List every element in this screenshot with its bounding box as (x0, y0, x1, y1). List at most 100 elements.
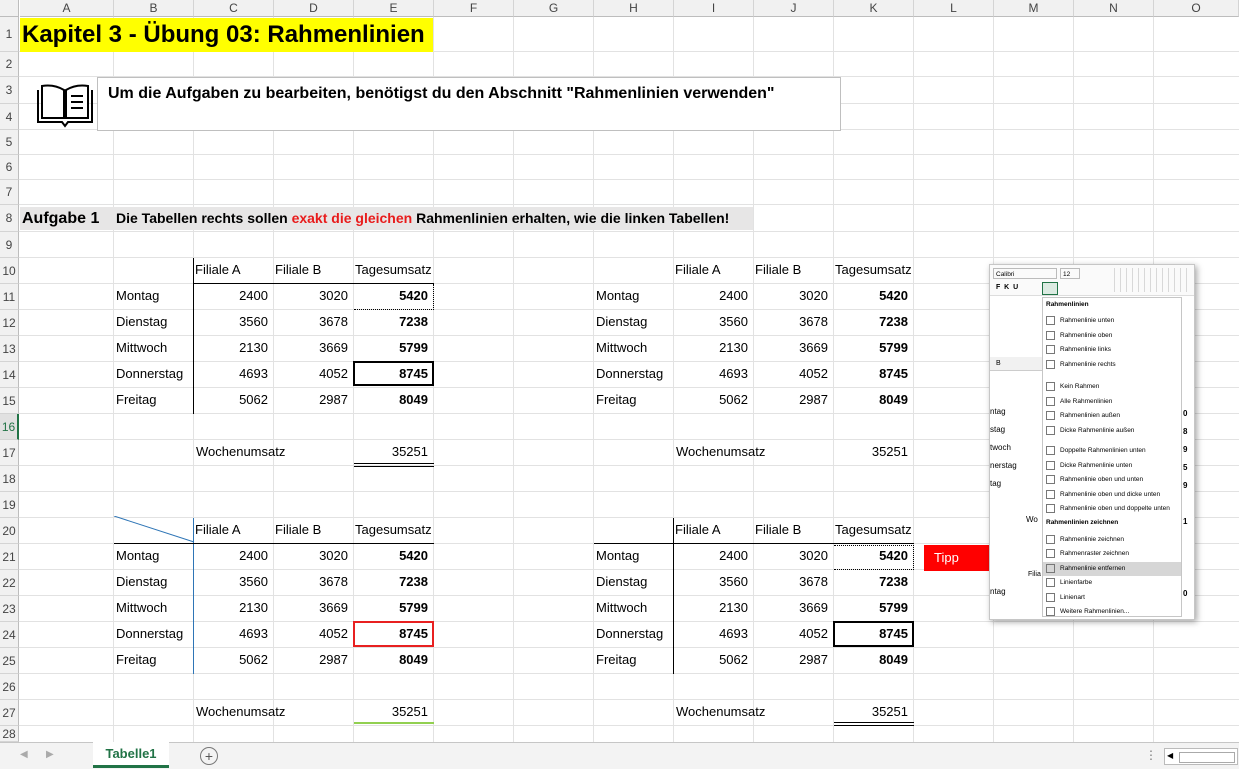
row-header[interactable]: 19 (0, 492, 19, 518)
row-header[interactable]: 1 (0, 17, 19, 52)
value-cell[interactable]: 3678 (754, 571, 828, 593)
border-menu-item[interactable]: Rahmenlinie entfernen (1043, 561, 1181, 576)
total-cell[interactable]: 8049 (834, 649, 908, 671)
row-header[interactable]: 25 (0, 648, 19, 674)
value-cell[interactable]: 3678 (754, 311, 828, 333)
week-label-cell[interactable]: Wochenumsatz (196, 701, 346, 723)
value-cell[interactable]: 3020 (274, 285, 348, 307)
total-cell[interactable]: 5799 (834, 337, 908, 359)
table-header-cell[interactable]: Filiale B (755, 259, 833, 281)
table-header-cell[interactable]: Filiale A (195, 259, 273, 281)
weekday-cell[interactable]: Montag (596, 545, 674, 567)
row-header[interactable]: 14 (0, 362, 19, 388)
table-header-cell[interactable]: Filiale A (195, 519, 273, 541)
total-cell[interactable]: 8049 (354, 649, 428, 671)
border-menu-item[interactable]: Dicke Rahmenlinie unten (1043, 459, 1181, 473)
value-cell[interactable]: 3020 (754, 285, 828, 307)
value-cell[interactable]: 4693 (674, 623, 748, 645)
row-header[interactable]: 21 (0, 544, 19, 570)
column-header[interactable]: K (834, 0, 914, 17)
total-cell[interactable]: 5799 (354, 597, 428, 619)
border-menu-item[interactable]: Rahmenlinien außen (1043, 409, 1181, 423)
value-cell[interactable]: 3669 (754, 337, 828, 359)
column-header[interactable]: J (754, 0, 834, 17)
table-header-cell[interactable]: Filiale B (275, 519, 353, 541)
total-cell[interactable]: 5799 (354, 337, 428, 359)
weekday-cell[interactable]: Freitag (596, 389, 674, 411)
total-cell[interactable]: 7238 (834, 571, 908, 593)
weekday-cell[interactable]: Freitag (596, 649, 674, 671)
column-header[interactable]: C (194, 0, 274, 17)
table-header-cell[interactable]: Tagesumsatz (355, 519, 433, 541)
weekday-cell[interactable]: Mittwoch (116, 337, 194, 359)
value-cell[interactable]: 5062 (674, 389, 748, 411)
row-header[interactable]: 20 (0, 518, 19, 544)
value-cell[interactable]: 5062 (674, 649, 748, 671)
row-header[interactable]: 24 (0, 622, 19, 648)
value-cell[interactable]: 4052 (754, 623, 828, 645)
row-header[interactable]: 7 (0, 180, 19, 205)
border-menu-item[interactable]: Rahmenlinie oben und unten (1043, 473, 1181, 487)
weekday-cell[interactable]: Montag (596, 285, 674, 307)
value-cell[interactable]: 4052 (274, 363, 348, 385)
row-header[interactable]: 10 (0, 258, 19, 284)
weekday-cell[interactable]: Freitag (116, 389, 194, 411)
total-cell[interactable]: 5799 (834, 597, 908, 619)
column-header[interactable]: B (114, 0, 194, 17)
total-cell[interactable]: 7238 (354, 311, 428, 333)
weekday-cell[interactable]: Donnerstag (116, 363, 194, 385)
row-header[interactable]: 16 (0, 414, 19, 440)
row-header[interactable]: 6 (0, 155, 19, 180)
row-header[interactable]: 27 (0, 700, 19, 726)
add-sheet-icon[interactable]: + (200, 747, 218, 765)
scroll-left-arrow-icon[interactable]: ◀ (1167, 751, 1173, 760)
total-cell[interactable]: 7238 (834, 311, 908, 333)
weekday-cell[interactable]: Montag (116, 545, 194, 567)
weekday-cell[interactable]: Donnerstag (116, 623, 194, 645)
column-header[interactable]: A (20, 0, 114, 17)
select-all-corner[interactable] (0, 0, 19, 17)
total-cell[interactable]: 7238 (354, 571, 428, 593)
value-cell[interactable]: 2400 (674, 285, 748, 307)
week-label-cell[interactable]: Wochenumsatz (676, 701, 826, 723)
week-label-cell[interactable]: Wochenumsatz (196, 441, 346, 463)
value-cell[interactable]: 4052 (754, 363, 828, 385)
weekday-cell[interactable]: Mittwoch (596, 337, 674, 359)
column-header[interactable]: O (1154, 0, 1239, 17)
weekday-cell[interactable]: Freitag (116, 649, 194, 671)
row-header[interactable]: 3 (0, 77, 19, 104)
border-menu-item[interactable]: Alle Rahmenlinien (1043, 395, 1181, 409)
weekday-cell[interactable]: Mittwoch (596, 597, 674, 619)
value-cell[interactable]: 2987 (754, 389, 828, 411)
total-cell[interactable]: 5420 (354, 545, 428, 567)
value-cell[interactable]: 3560 (674, 311, 748, 333)
row-header[interactable]: 4 (0, 104, 19, 130)
value-cell[interactable]: 2400 (194, 285, 268, 307)
value-cell[interactable]: 4693 (194, 623, 268, 645)
border-menu-item[interactable]: Rahmenlinie oben und dicke unten (1043, 488, 1181, 502)
value-cell[interactable]: 4693 (674, 363, 748, 385)
table-header-cell[interactable]: Tagesumsatz (835, 519, 913, 541)
column-header[interactable]: D (274, 0, 354, 17)
week-total-cell[interactable]: 35251 (834, 441, 908, 463)
row-header[interactable]: 9 (0, 232, 19, 258)
value-cell[interactable]: 3669 (274, 597, 348, 619)
column-header[interactable]: E (354, 0, 434, 17)
total-cell[interactable]: 8049 (354, 389, 428, 411)
row-header[interactable]: 22 (0, 570, 19, 596)
week-label-cell[interactable]: Wochenumsatz (676, 441, 826, 463)
row-header[interactable]: 18 (0, 466, 19, 492)
week-total-cell[interactable]: 35251 (354, 441, 428, 463)
border-menu-item[interactable]: Rahmenlinie oben (1043, 329, 1181, 343)
row-header[interactable]: 23 (0, 596, 19, 622)
border-menu-item[interactable]: Dicke Rahmenlinie außen (1043, 424, 1181, 438)
value-cell[interactable]: 5062 (194, 389, 268, 411)
row-header[interactable]: 11 (0, 284, 19, 310)
row-header[interactable]: 13 (0, 336, 19, 362)
value-cell[interactable]: 2130 (194, 597, 268, 619)
table-header-cell[interactable]: Tagesumsatz (835, 259, 913, 281)
table-header-cell[interactable]: Filiale B (275, 259, 353, 281)
value-cell[interactable]: 2400 (194, 545, 268, 567)
border-menu-item[interactable]: Rahmenraster zeichnen (1043, 547, 1181, 561)
value-cell[interactable]: 3678 (274, 311, 348, 333)
